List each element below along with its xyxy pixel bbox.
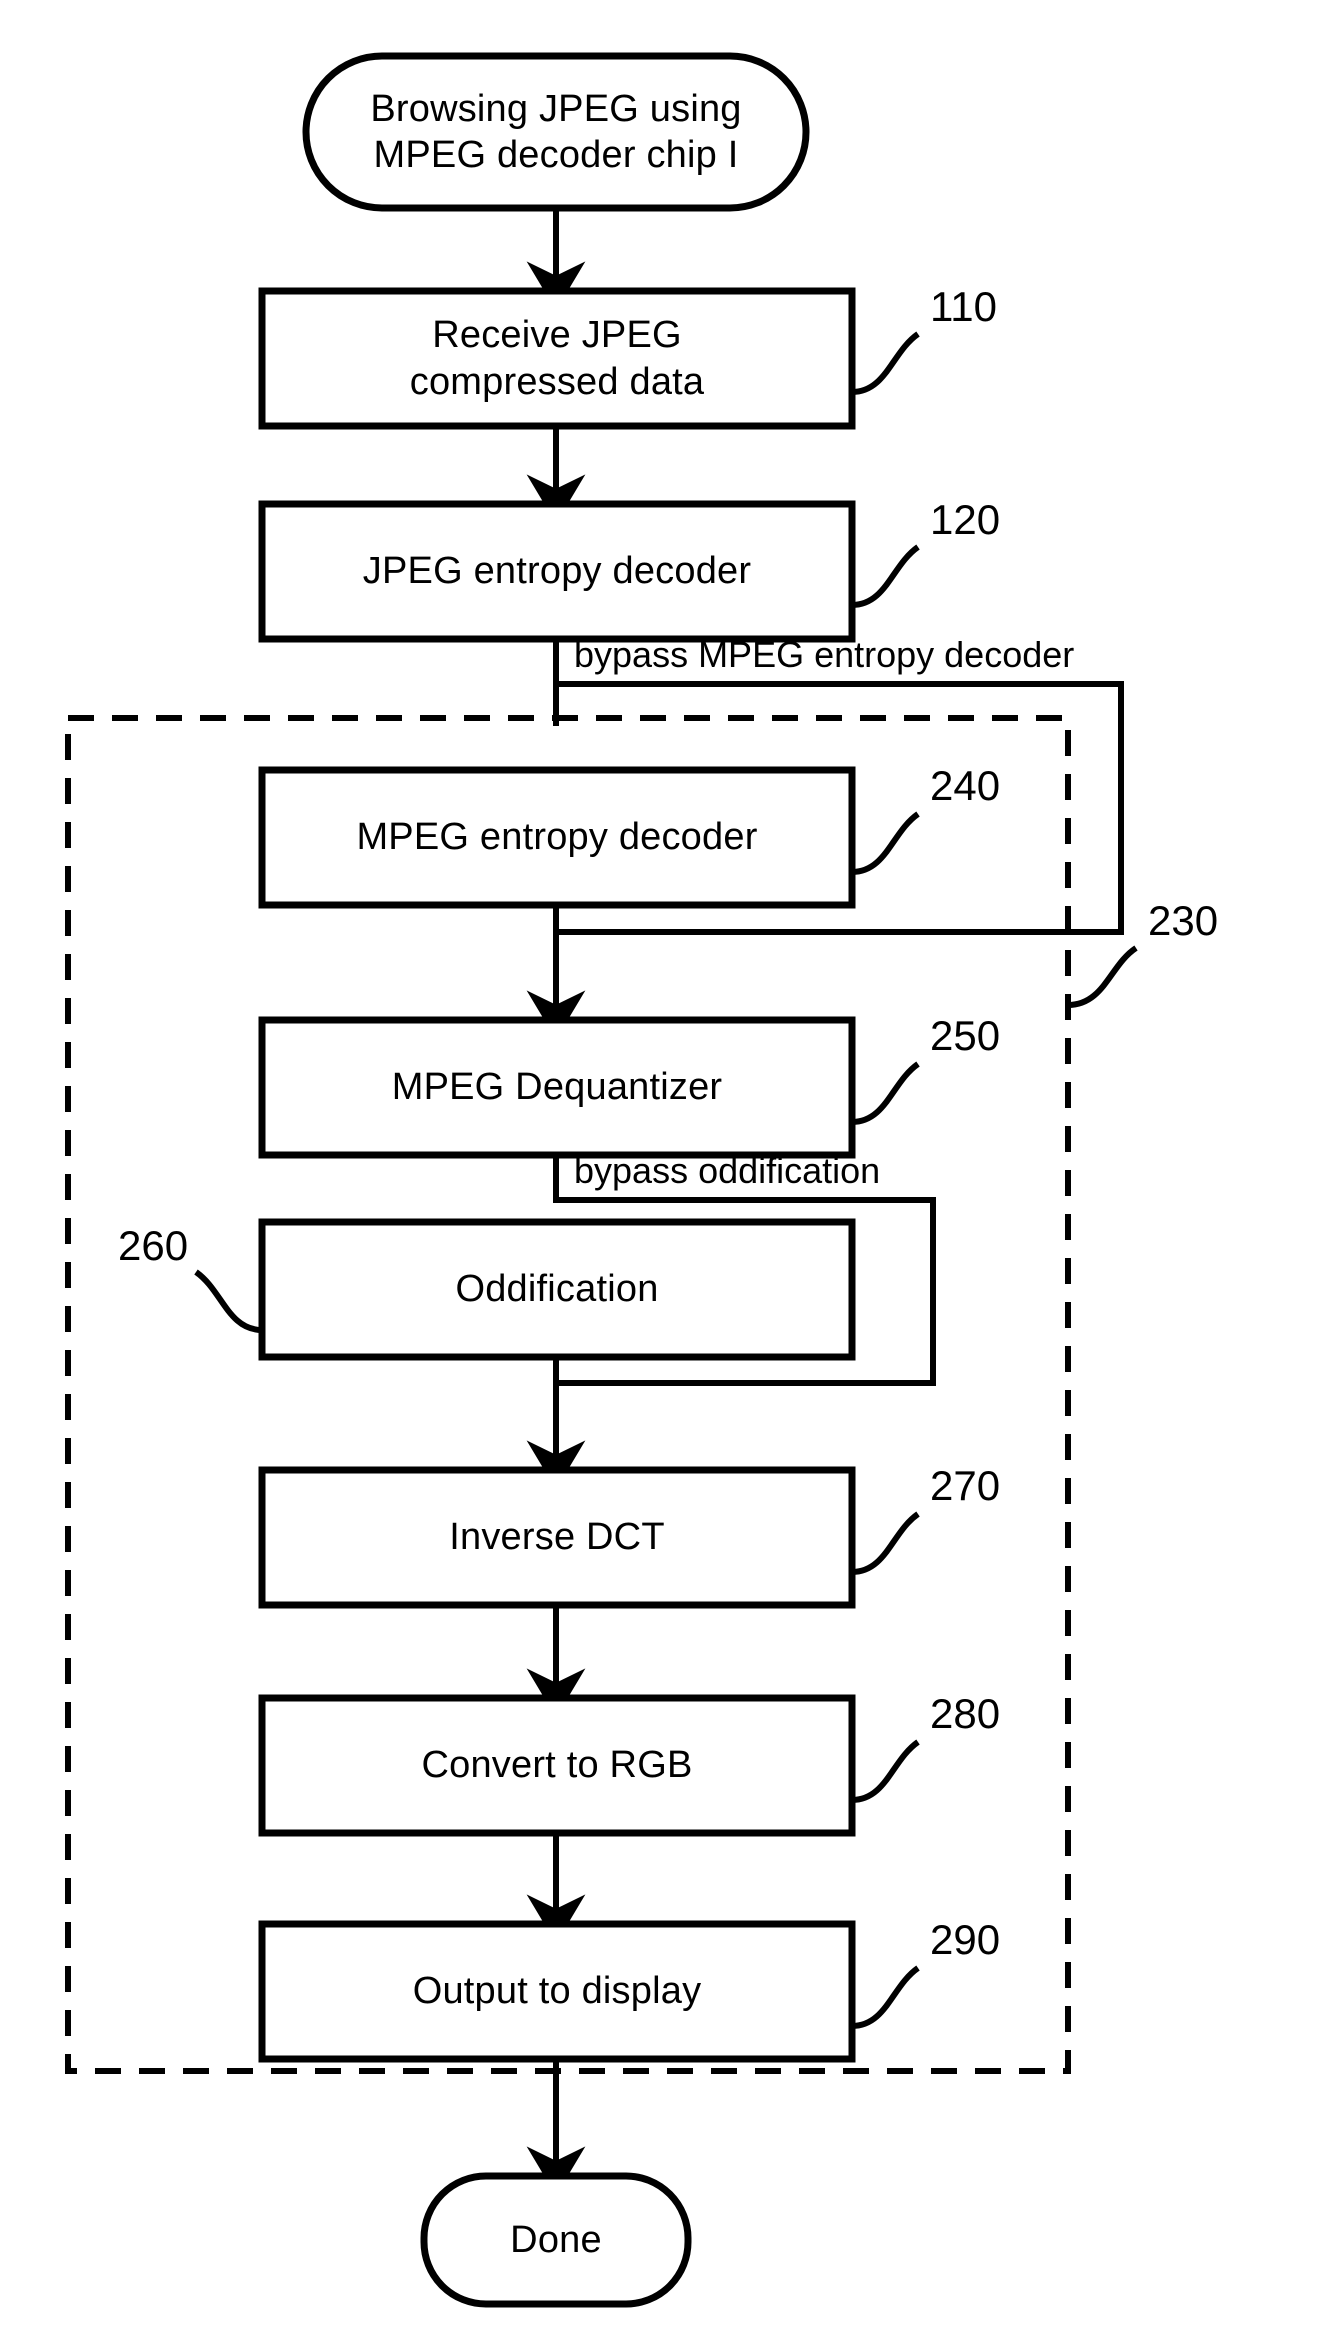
leader-270 — [851, 1511, 920, 1575]
receive-node-shape — [258, 287, 856, 430]
ref-label-250: 250 — [930, 1012, 1001, 1059]
ref-label-280: 280 — [930, 1690, 1001, 1737]
leader-240 — [851, 811, 920, 875]
oddification-node-shape — [258, 1218, 856, 1361]
edge-label-bypass-mpeg-entropy-decoder: bypass MPEG entropy decoder — [574, 634, 1075, 675]
ref-label-270: 270 — [930, 1462, 1001, 1509]
leader-290 — [851, 1965, 920, 2029]
leader-230 — [1067, 945, 1138, 1008]
convert-to-rgb-node-shape — [258, 1694, 856, 1837]
leader-120 — [851, 544, 920, 608]
edge-label-bypass-oddification: bypass oddification — [574, 1150, 881, 1191]
leader-260 — [194, 1269, 263, 1333]
mpeg-dequantizer-node-shape — [258, 1016, 856, 1159]
ref-label-290: 290 — [930, 1916, 1001, 1963]
jpeg-entropy-decoder-node-shape — [258, 500, 856, 643]
group-230-dashed-border — [65, 715, 1071, 2074]
ref-label-240: 240 — [930, 762, 1001, 809]
leader-110 — [851, 331, 920, 395]
ref-label-230: 230 — [1148, 897, 1219, 944]
done-node-shape — [420, 2172, 692, 2308]
ref-label-120: 120 — [930, 496, 1001, 543]
leader-280 — [851, 1739, 920, 1803]
leader-250 — [851, 1061, 920, 1125]
figure-canvas: Browsing JPEG using MPEG decoder chip I … — [0, 0, 1344, 2348]
start-node-shape — [302, 52, 810, 212]
ref-label-260: 260 — [118, 1222, 189, 1269]
output-to-display-node-shape — [258, 1920, 856, 2063]
ref-label-110: 110 — [930, 283, 997, 330]
mpeg-entropy-decoder-node-shape — [258, 766, 856, 909]
inverse-dct-node-shape — [258, 1466, 856, 1609]
